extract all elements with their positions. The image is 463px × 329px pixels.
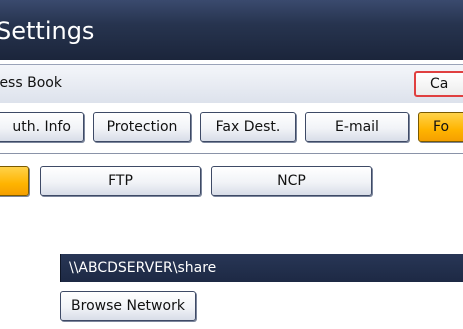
protocol-tab-ftp[interactable]: FTP xyxy=(40,166,201,196)
tab-email[interactable]: E-mail xyxy=(305,112,409,142)
address-book-bar: ress Book Ca xyxy=(0,64,463,104)
tab-folder[interactable]: Fo xyxy=(418,112,463,142)
cancel-button[interactable]: Ca xyxy=(414,71,463,97)
browse-network-button[interactable]: Browse Network xyxy=(60,291,196,321)
tab-fax-dest[interactable]: Fax Dest. xyxy=(200,112,296,142)
destination-tabs: uth. Info Protection Fax Dest. E-mail Fo xyxy=(0,103,463,153)
title-bar: Settings xyxy=(0,0,463,60)
protocol-tab-smb[interactable] xyxy=(0,166,29,196)
address-book-label: ress Book xyxy=(0,75,62,91)
page-title: Settings xyxy=(0,17,95,45)
section-divider xyxy=(0,153,463,154)
protocol-tab-ncp[interactable]: NCP xyxy=(211,166,372,196)
tab-auth-info[interactable]: uth. Info xyxy=(0,112,84,142)
tab-protection[interactable]: Protection xyxy=(93,112,191,142)
path-field[interactable]: \\ABCDSERVER\share xyxy=(60,254,463,282)
